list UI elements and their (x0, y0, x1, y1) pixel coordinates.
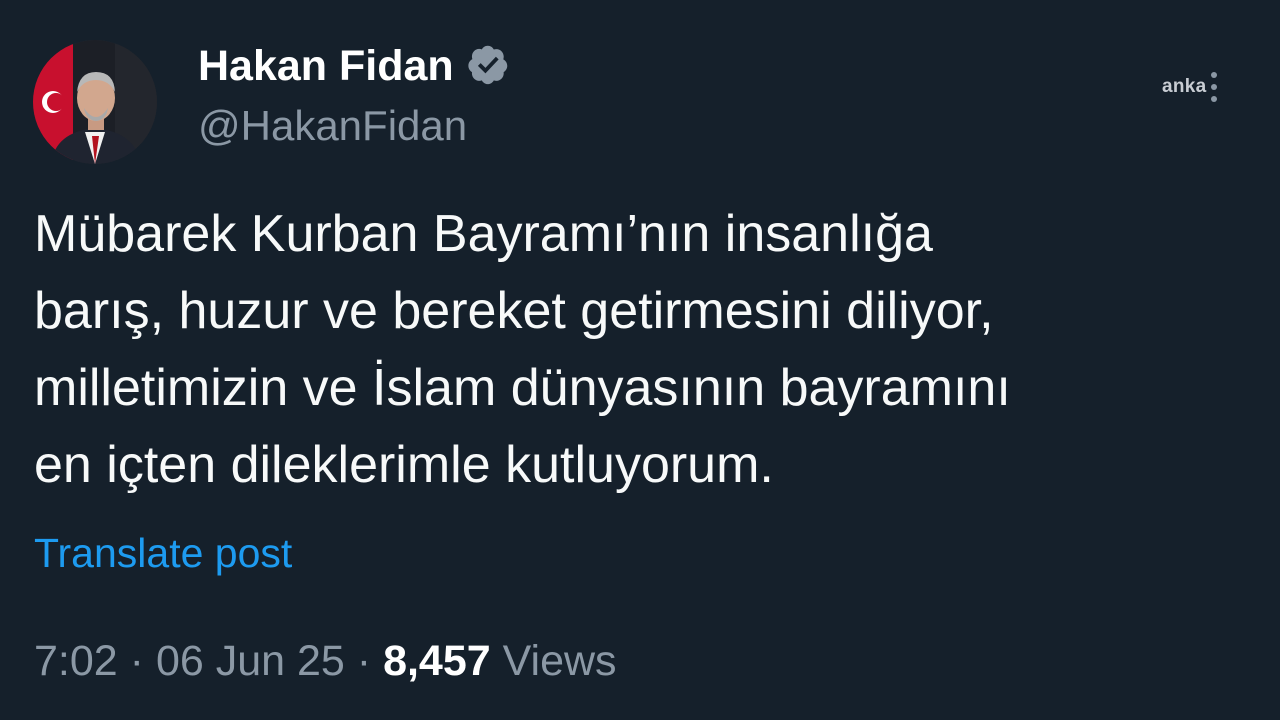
verified-badge-icon[interactable] (466, 43, 510, 87)
avatar[interactable] (33, 40, 157, 164)
post-meta: 7:02 · 06 Jun 25 · 8,457 Views (34, 634, 617, 688)
views-count[interactable]: 8,457 (383, 637, 491, 685)
meta-separator: · (356, 637, 372, 685)
post-text-line: en içten dileklerimle kutluyorum. (34, 436, 774, 494)
author-handle[interactable]: @HakanFidan (198, 100, 467, 152)
post-text-line: milletimizin ve İslam dünyasının bayramı… (34, 359, 1011, 417)
meta-separator: · (129, 637, 144, 685)
post-text: Mübarek Kurban Bayramı’nın insanlığa barı… (34, 196, 1264, 504)
translate-post-link[interactable]: Translate post (34, 528, 292, 578)
watermark-text: anka (1162, 76, 1207, 97)
views-label: Views (502, 637, 617, 685)
author-name-text: Hakan Fidan (198, 42, 454, 90)
more-menu[interactable]: anka (1162, 64, 1217, 110)
more-vertical-icon[interactable] (1210, 72, 1217, 102)
post-text-line: barış, huzur ve bereket getirmesini dili… (34, 282, 994, 340)
post-time[interactable]: 7:02 (34, 637, 118, 685)
post-date[interactable]: 06 Jun 25 (156, 637, 345, 685)
avatar-portrait (33, 40, 157, 164)
post-text-line: Mübarek Kurban Bayramı’nın insanlığa (34, 205, 933, 263)
author-name[interactable]: Hakan Fidan (198, 40, 510, 92)
